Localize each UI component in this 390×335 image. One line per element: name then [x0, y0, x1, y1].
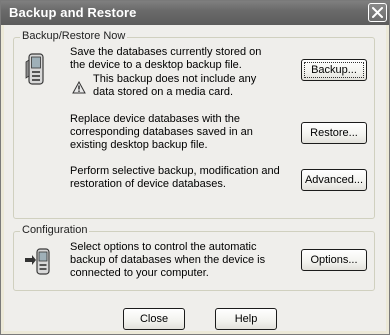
title-bar[interactable]: Backup and Restore — [1, 1, 389, 25]
close-button[interactable]: Close — [123, 308, 185, 330]
backup-description: Save the databases currently stored on t… — [70, 46, 262, 71]
backup-restore-group: Backup/Restore Now Save the databases cu… — [13, 30, 375, 219]
window-title: Backup and Restore — [9, 5, 137, 20]
help-button[interactable]: Help — [215, 308, 277, 330]
dialog-body: Backup/Restore Now Save the databases cu… — [4, 25, 386, 331]
focus-ring — [304, 62, 364, 78]
button-inner — [304, 125, 364, 141]
close-window-button[interactable] — [368, 3, 387, 22]
configuration-group: Configuration Select options to control … — [13, 224, 375, 291]
advanced-description: Perform selective backup, modification a… — [70, 165, 280, 190]
handheld-device-icon — [23, 52, 49, 89]
restore-button[interactable]: Restore... — [301, 122, 367, 144]
warning-text: This backup does not include any data st… — [93, 73, 257, 98]
options-description: Select options to control the automatic … — [70, 241, 266, 279]
advanced-button[interactable]: Advanced... — [301, 169, 367, 191]
options-button[interactable]: Options... — [301, 249, 367, 271]
button-inner — [304, 252, 364, 268]
restore-description: Replace device databases with the corres… — [70, 113, 253, 151]
button-inner — [126, 311, 182, 327]
warning-icon — [72, 80, 86, 97]
device-sync-icon — [23, 246, 53, 279]
backup-button[interactable]: Backup... — [301, 59, 367, 81]
group-label-backup-restore: Backup/Restore Now — [20, 30, 128, 42]
button-inner — [304, 172, 364, 188]
group-label-configuration: Configuration — [20, 224, 90, 236]
backup-restore-dialog: Backup and Restore Backup/Restore Now Sa… — [0, 0, 390, 335]
button-inner — [218, 311, 274, 327]
